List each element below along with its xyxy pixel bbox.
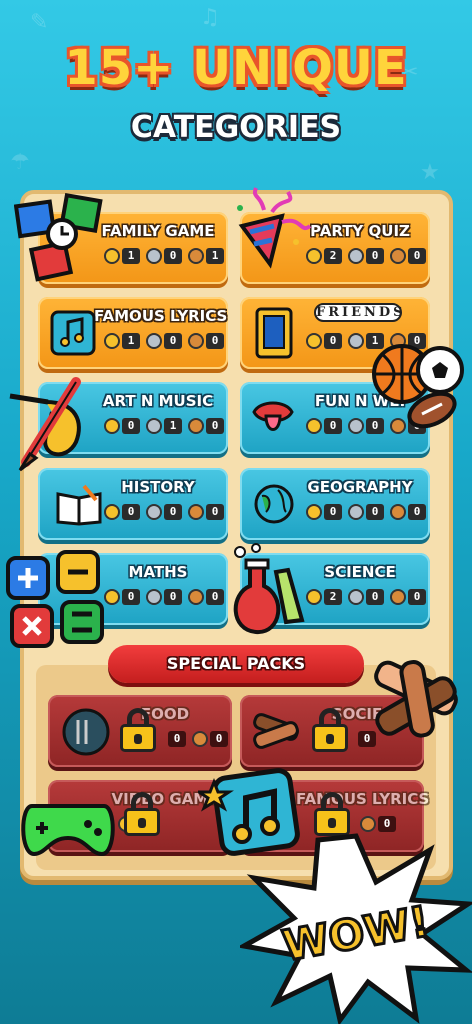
silver-count: 1 bbox=[164, 418, 182, 434]
bronze-medal-icon bbox=[188, 589, 204, 605]
silver-count: 0 bbox=[164, 248, 182, 264]
category-title: FRIENDS bbox=[314, 303, 406, 322]
medal-row: 2 0 0 bbox=[306, 248, 426, 264]
gold-medal-icon bbox=[104, 333, 120, 349]
flask-icon bbox=[233, 543, 305, 635]
silver-medal-icon bbox=[348, 248, 364, 264]
silver-medal-icon bbox=[146, 333, 162, 349]
doodle-icon: ★ bbox=[420, 160, 440, 185]
silver-medal-icon bbox=[348, 418, 364, 434]
silver-medal-icon bbox=[348, 333, 364, 349]
family-game-icon bbox=[14, 192, 103, 282]
category-title: MATHS bbox=[128, 563, 188, 581]
gold-count: 1 bbox=[122, 248, 140, 264]
fork-knife-icon bbox=[62, 708, 110, 756]
gold-count: 0 bbox=[324, 418, 342, 434]
gold-count: 0 bbox=[122, 504, 140, 520]
brush-saxophone-icon bbox=[9, 377, 81, 472]
silver-medal-icon bbox=[146, 248, 162, 264]
lips-tongue-icon bbox=[252, 401, 294, 431]
bronze-count: 0 bbox=[210, 731, 228, 747]
special-packs-button[interactable]: SPECIAL PACKS bbox=[108, 645, 364, 683]
gold-medal-icon bbox=[306, 418, 322, 434]
book-quill-icon bbox=[56, 484, 102, 526]
doodle-icon: ✎ bbox=[30, 10, 49, 35]
category-title: FAMOUS LYRICS bbox=[94, 307, 228, 325]
gold-count: 1 bbox=[122, 333, 140, 349]
headline: 15+ UNIQUE bbox=[64, 40, 408, 96]
silver-medal-icon bbox=[146, 504, 162, 520]
silver-count: 0 bbox=[366, 248, 384, 264]
silver-count: 0 bbox=[366, 504, 384, 520]
wow-burst-badge: WOW! bbox=[240, 833, 472, 1024]
bronze-medal-icon bbox=[188, 504, 204, 520]
category-title: HISTORY bbox=[121, 478, 195, 496]
gold-medal-icon bbox=[306, 333, 322, 349]
hands-stack-icon bbox=[253, 713, 299, 749]
padlock-icon bbox=[312, 708, 348, 752]
bronze-count: 0 bbox=[408, 248, 426, 264]
medal-row: 0 0 bbox=[168, 731, 228, 747]
medal-row: 2 0 0 bbox=[306, 589, 426, 605]
gold-count: 2 bbox=[324, 589, 342, 605]
silver-count: 0 bbox=[366, 589, 384, 605]
subheadline: CATEGORIES bbox=[130, 110, 342, 145]
padlock-icon bbox=[120, 708, 156, 752]
bronze-count: 0 bbox=[206, 418, 224, 434]
silver-medal-icon bbox=[348, 589, 364, 605]
silver-medal-icon bbox=[146, 418, 162, 434]
gold-count: 0 bbox=[324, 333, 342, 349]
category-title: PARTY QUIZ bbox=[310, 222, 410, 240]
gold-count: 0 bbox=[324, 504, 342, 520]
silver-count: 0 bbox=[164, 333, 182, 349]
sports-balls-icon bbox=[372, 344, 464, 429]
gamepad-icon bbox=[21, 804, 115, 857]
bronze-count: 0 bbox=[206, 504, 224, 520]
category-title: GEOGRAPHY bbox=[307, 478, 413, 496]
category-title: FAMILY GAME bbox=[101, 222, 215, 240]
category-title: ART N MUSIC bbox=[102, 392, 214, 410]
medal-row: 1 0 1 bbox=[104, 248, 224, 264]
doodle-icon: ♫ bbox=[200, 5, 220, 30]
music-note-icon bbox=[50, 310, 96, 356]
medal-row: 0 1 0 bbox=[104, 418, 224, 434]
bronze-medal-icon bbox=[390, 589, 406, 605]
gold-count: 0 bbox=[122, 418, 140, 434]
medal-row: 1 0 0 bbox=[104, 333, 224, 349]
medal-row: 0 0 0 bbox=[306, 504, 426, 520]
party-popper-icon bbox=[237, 187, 312, 269]
silver-count: 0 bbox=[164, 589, 182, 605]
bronze-count: 0 bbox=[408, 589, 426, 605]
globe-icon bbox=[254, 484, 294, 524]
gold-medal-icon bbox=[104, 504, 120, 520]
gold-medal-icon bbox=[104, 418, 120, 434]
hands-stack-icon bbox=[374, 660, 458, 738]
bronze-medal-icon bbox=[390, 248, 406, 264]
gold-count: 2 bbox=[324, 248, 342, 264]
bronze-medal-icon bbox=[188, 248, 204, 264]
medal-row: 0 0 0 bbox=[104, 589, 224, 605]
gold-medal-icon bbox=[104, 248, 120, 264]
gold-medal-icon bbox=[306, 504, 322, 520]
calculator-keys-icon bbox=[6, 550, 104, 648]
bronze-medal-icon bbox=[188, 418, 204, 434]
silver-count: 0 bbox=[168, 731, 186, 747]
silver-count: 0 bbox=[164, 504, 182, 520]
medal-row: 0 0 0 bbox=[104, 504, 224, 520]
padlock-icon bbox=[124, 792, 160, 836]
silver-medal-icon bbox=[146, 589, 162, 605]
doodle-icon: ☂ bbox=[10, 150, 30, 175]
gold-count: 0 bbox=[122, 589, 140, 605]
bronze-medal-icon bbox=[390, 504, 406, 520]
bronze-count: 0 bbox=[206, 333, 224, 349]
door-frame-icon bbox=[255, 307, 293, 359]
bronze-count: 0 bbox=[408, 504, 426, 520]
bronze-medal-icon bbox=[188, 333, 204, 349]
bronze-medal-icon bbox=[192, 731, 208, 747]
category-title: SCIENCE bbox=[324, 563, 396, 581]
silver-medal-icon bbox=[348, 504, 364, 520]
